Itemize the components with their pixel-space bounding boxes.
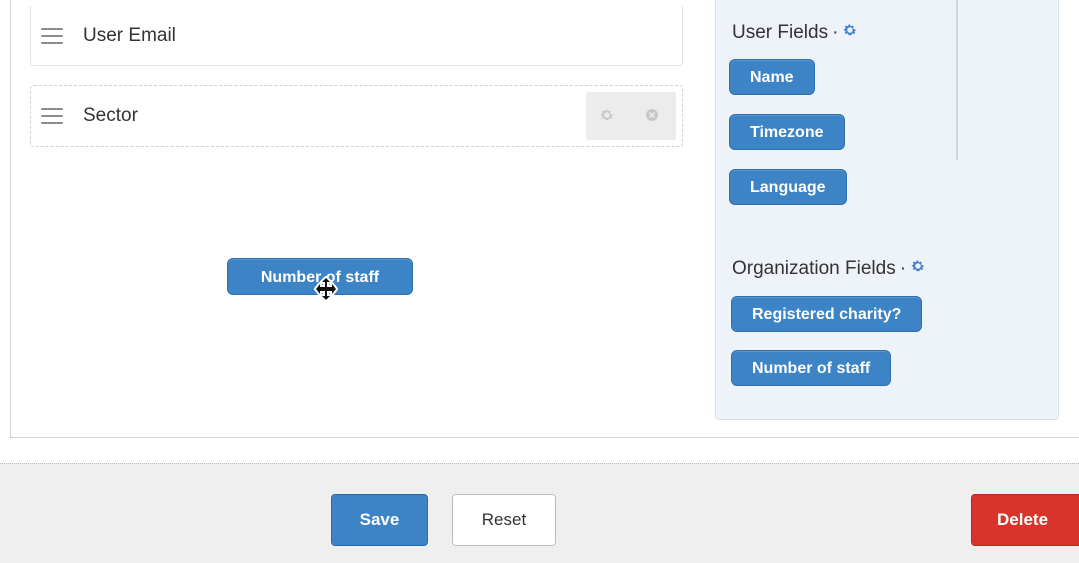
section-title-text: Organization Fields bbox=[732, 258, 896, 279]
gear-icon[interactable] bbox=[842, 22, 858, 41]
gear-icon[interactable] bbox=[910, 258, 926, 277]
field-tag-language[interactable]: Language bbox=[729, 169, 847, 205]
close-circle-icon[interactable] bbox=[643, 107, 661, 125]
delete-button[interactable]: Delete bbox=[971, 494, 1079, 546]
field-row-actions bbox=[586, 92, 676, 140]
separator-dot: · bbox=[899, 258, 907, 279]
user-fields-heading: User Fields · bbox=[732, 22, 858, 44]
form-field-row-user-email[interactable]: User Email bbox=[30, 6, 683, 66]
form-footer: Save Reset Delete bbox=[0, 463, 1079, 563]
field-editor: User Email Sector Number of staff User F bbox=[0, 0, 1079, 563]
sidebar-scrollbar[interactable] bbox=[956, 0, 958, 160]
field-tag-timezone[interactable]: Timezone bbox=[729, 114, 845, 150]
section-title-text: User Fields bbox=[732, 22, 829, 43]
form-field-label: Sector bbox=[83, 105, 138, 126]
field-tag-name[interactable]: Name bbox=[729, 59, 815, 95]
separator-dot: · bbox=[832, 22, 839, 43]
move-cursor-icon bbox=[313, 276, 339, 302]
drag-handle-icon[interactable] bbox=[41, 27, 63, 44]
organization-fields-heading: Organization Fields · bbox=[732, 258, 926, 280]
field-tag-registered-charity[interactable]: Registered charity? bbox=[731, 296, 923, 332]
form-field-row-sector[interactable]: Sector bbox=[30, 85, 683, 147]
save-button[interactable]: Save bbox=[331, 494, 428, 546]
gear-icon[interactable] bbox=[598, 107, 616, 125]
drag-handle-icon[interactable] bbox=[41, 108, 63, 124]
reset-button[interactable]: Reset bbox=[452, 494, 556, 546]
form-field-label: User Email bbox=[83, 24, 176, 46]
field-tag-number-of-staff[interactable]: Number of staff bbox=[731, 350, 892, 386]
